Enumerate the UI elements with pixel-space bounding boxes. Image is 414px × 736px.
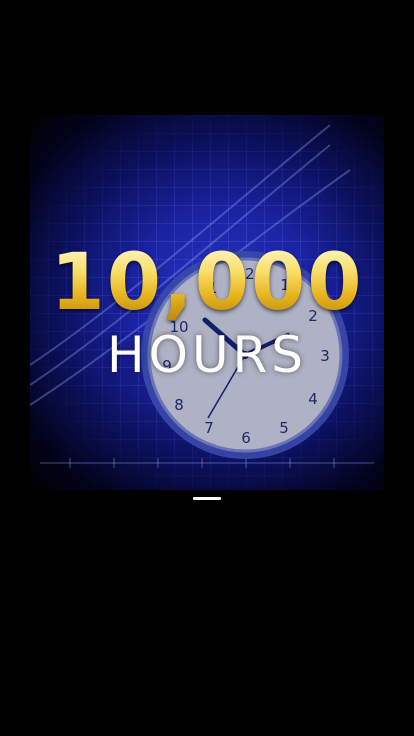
story-screen: 12 1 2 3 4 5 6 7 8 9 10 11 10,000 HOURS bbox=[0, 0, 414, 736]
clock-numeral-8: 8 bbox=[174, 396, 184, 414]
clock-numeral-4: 4 bbox=[308, 390, 318, 408]
title-number: 10,000 bbox=[0, 244, 414, 322]
title-word: HOURS bbox=[106, 326, 308, 384]
page-indicator[interactable] bbox=[193, 497, 221, 500]
clock-numeral-5: 5 bbox=[279, 419, 289, 437]
clock-numeral-7: 7 bbox=[204, 419, 214, 437]
clock-numeral-6: 6 bbox=[241, 429, 251, 447]
